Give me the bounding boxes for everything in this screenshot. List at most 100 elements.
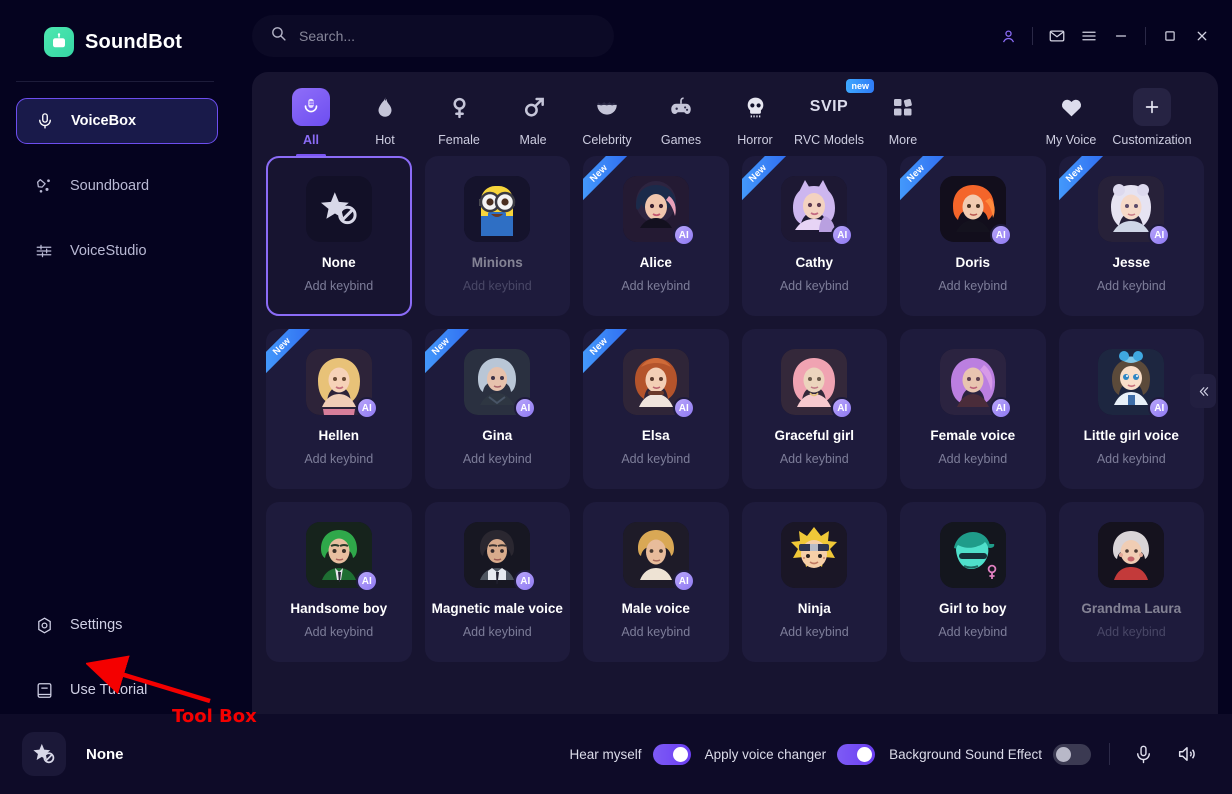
toggle-apply-voice-changer[interactable]: Apply voice changer <box>705 743 876 765</box>
grid-squares-icon <box>884 88 922 126</box>
sidebar-divider <box>16 81 214 82</box>
voice-keybind[interactable]: Add keybind <box>938 452 1007 466</box>
voice-thumb-wrap: AI <box>1098 176 1171 246</box>
sidebar-item-use-tutorial[interactable]: Use Tutorial <box>16 667 218 713</box>
mail-icon[interactable] <box>1041 21 1073 51</box>
voice-keybind[interactable]: Add keybind <box>938 625 1007 639</box>
voice-keybind[interactable]: Add keybind <box>304 279 373 293</box>
tab-games[interactable]: Games <box>644 86 718 147</box>
voice-card[interactable]: AI Graceful girl Add keybind <box>741 329 887 489</box>
ai-badge: AI <box>672 224 695 246</box>
sidebar-item-voicestudio[interactable]: VoiceStudio <box>16 228 218 274</box>
voice-card[interactable]: AI Magnetic male voice Add keybind <box>424 502 570 662</box>
switch-knob <box>672 746 688 762</box>
tab-rvc-models[interactable]: SVIP new RVC Models <box>792 79 874 147</box>
brand: SoundBot <box>0 0 240 62</box>
now-playing[interactable]: None <box>22 732 262 776</box>
ai-badge: AI <box>831 224 854 246</box>
tab-all[interactable]: All <box>274 86 348 147</box>
search-bar[interactable] <box>252 15 614 57</box>
toggle-background-sound-effect[interactable]: Background Sound Effect <box>889 743 1091 765</box>
voice-card[interactable]: New AI Cathy Add keybind <box>741 156 887 316</box>
tab-horror[interactable]: Horror <box>718 86 792 147</box>
voice-card[interactable]: AI Female voice Add keybind <box>900 329 1046 489</box>
background-sound-effect-switch[interactable] <box>1053 743 1091 765</box>
plus-icon <box>1133 88 1171 126</box>
voice-keybind[interactable]: Add keybind <box>1097 279 1166 293</box>
voice-keybind[interactable]: Add keybind <box>1097 452 1166 466</box>
voice-card[interactable]: New AI Alice Add keybind <box>583 156 729 316</box>
control-divider <box>1032 27 1033 45</box>
sidebar-item-settings[interactable]: Settings <box>16 602 218 648</box>
ai-badge: AI <box>1148 224 1171 246</box>
tab-my-voice[interactable]: My Voice <box>1034 86 1108 147</box>
voice-card[interactable]: New AI Jesse Add keybind <box>1058 156 1204 316</box>
voice-keybind[interactable]: Add keybind <box>304 452 373 466</box>
voice-thumb-wrap: AI <box>622 522 695 592</box>
voice-card[interactable]: Grandma Laura Add keybind <box>1058 502 1204 662</box>
voice-card[interactable]: New AI Doris Add keybind <box>900 156 1046 316</box>
voice-card[interactable]: AI Male voice Add keybind <box>583 502 729 662</box>
bottom-divider <box>1109 743 1110 765</box>
mic-voice-icon <box>292 88 330 126</box>
sidebar-item-label: Use Tutorial <box>70 682 148 698</box>
sidebar-item-voicebox[interactable]: VoiceBox <box>16 98 218 144</box>
tab-customization[interactable]: Customization <box>1108 86 1196 147</box>
speaker-icon[interactable] <box>1172 739 1202 769</box>
voice-name: Elsa <box>641 428 670 443</box>
chevron-double-left-icon[interactable] <box>1190 374 1216 408</box>
voice-keybind[interactable]: Add keybind <box>621 625 690 639</box>
voice-thumb-wrap: AI <box>781 349 854 419</box>
voice-name: None <box>321 255 356 270</box>
voice-keybind[interactable]: Add keybind <box>780 452 849 466</box>
voice-keybind[interactable]: Add keybind <box>621 279 690 293</box>
voice-name: Magnetic male voice <box>431 601 563 616</box>
minimize-button[interactable] <box>1105 21 1137 51</box>
voice-name: Alice <box>639 255 672 270</box>
voice-keybind[interactable]: Add keybind <box>621 452 690 466</box>
voice-card[interactable]: New AI Elsa Add keybind <box>583 329 729 489</box>
voice-card[interactable]: None Add keybind <box>266 156 412 316</box>
sidebar-item-label: Soundboard <box>70 178 150 194</box>
book-icon <box>34 680 54 700</box>
bottom-bar: None Hear myself Apply voice changer Bac… <box>0 714 1232 794</box>
voice-thumb-wrap: AI <box>464 522 537 592</box>
toggle-hear-myself[interactable]: Hear myself <box>570 743 691 765</box>
voice-keybind[interactable]: Add keybind <box>304 625 373 639</box>
maximize-button[interactable] <box>1154 21 1186 51</box>
voice-keybind[interactable]: Add keybind <box>780 625 849 639</box>
voice-card[interactable]: New AI Hellen Add keybind <box>266 329 412 489</box>
sidebar-item-label: VoiceBox <box>71 113 137 129</box>
voice-keybind[interactable]: Add keybind <box>463 625 532 639</box>
apply-voice-changer-switch[interactable] <box>837 743 876 765</box>
tab-hot[interactable]: Hot <box>348 86 422 147</box>
voice-keybind[interactable]: Add keybind <box>938 279 1007 293</box>
voice-keybind[interactable]: Add keybind <box>780 279 849 293</box>
tab-male[interactable]: Male <box>496 86 570 147</box>
voice-keybind[interactable]: Add keybind <box>1097 625 1166 639</box>
hear-myself-switch[interactable] <box>652 743 691 765</box>
microphone-icon[interactable] <box>1128 739 1158 769</box>
voice-keybind[interactable]: Add keybind <box>463 279 532 293</box>
voice-card[interactable]: Girl to boy Add keybind <box>900 502 1046 662</box>
voice-thumb-wrap: AI <box>305 349 378 419</box>
tab-celebrity[interactable]: Celebrity <box>570 86 644 147</box>
close-button[interactable] <box>1186 21 1218 51</box>
tab-more[interactable]: More <box>866 86 940 147</box>
voice-keybind[interactable]: Add keybind <box>463 452 532 466</box>
voice-card[interactable]: Ninja Add keybind <box>741 502 887 662</box>
account-icon[interactable] <box>992 21 1024 51</box>
sidebar-item-soundboard[interactable]: Soundboard <box>16 163 218 209</box>
voice-card[interactable]: AI Little girl voice Add keybind <box>1058 329 1204 489</box>
tab-label: All <box>303 133 319 147</box>
voice-name: Female voice <box>930 428 1016 443</box>
voice-card[interactable]: AI Handsome boy Add keybind <box>266 502 412 662</box>
menu-icon[interactable] <box>1073 21 1105 51</box>
voice-card[interactable]: Minions Add keybind <box>424 156 570 316</box>
ai-badge: AI <box>989 224 1012 246</box>
voice-card[interactable]: New AI Gina Add keybind <box>424 329 570 489</box>
search-input[interactable] <box>299 28 596 44</box>
tab-label: Male <box>519 133 547 147</box>
tab-female[interactable]: Female <box>422 86 496 147</box>
voice-name: Handsome boy <box>290 601 388 616</box>
